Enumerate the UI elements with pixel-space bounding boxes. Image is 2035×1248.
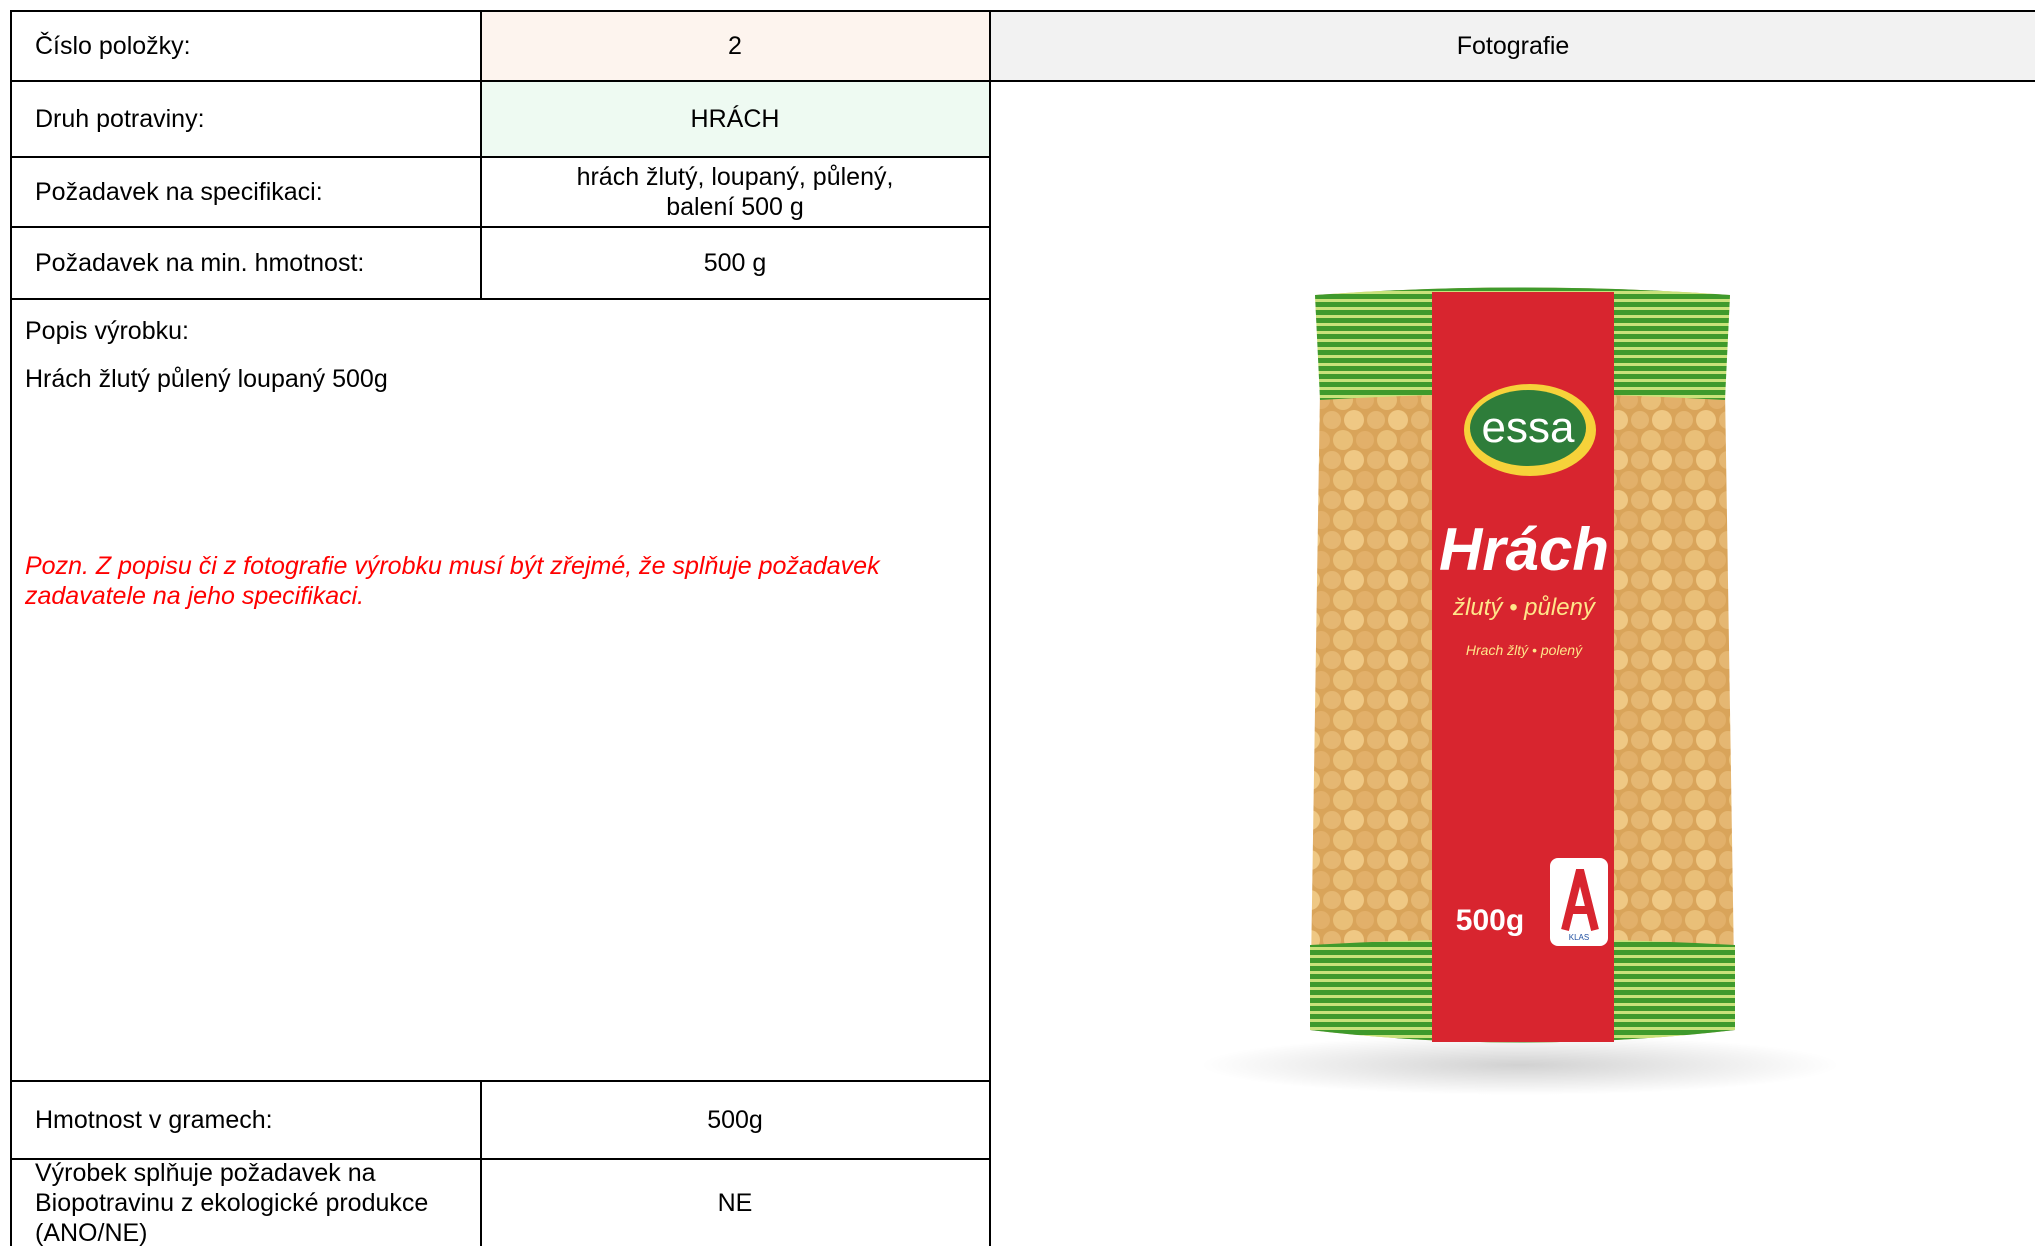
product-pack-illustration: essa Hrách žlutý • půlený Hrach žltý • p… — [1200, 287, 1840, 1095]
food-type-value: HRÁCH — [690, 105, 780, 133]
bio-label-line: Výrobek splňuje požadavek na — [35, 1159, 376, 1187]
food-type-label: Druh potraviny: — [35, 105, 205, 133]
item-number-value: 2 — [728, 31, 742, 60]
essa-logo-text: essa — [1482, 403, 1575, 452]
pack-weight: 500g — [1456, 904, 1524, 937]
description-label: Popis výrobku: — [25, 317, 189, 345]
grid-line — [989, 10, 991, 1246]
product-subtitle-sk: Hrach žltý • polený — [1466, 642, 1583, 658]
bio-label-line: Biopotravinu z ekologické produkce — [35, 1189, 429, 1217]
note-text: Pozn. Z popisu či z fotografie výrobku m… — [25, 551, 880, 611]
weight-grams-label: Hmotnost v gramech: — [35, 1106, 273, 1134]
bio-label: Výrobek splňuje požadavek na Biopotravin… — [11, 1159, 480, 1247]
spec-value-line: balení 500 g — [666, 193, 804, 221]
note-line: zadavatele na jeho specifikaci. — [25, 582, 365, 610]
spec-value-line: hrách žlutý, loupaný, půlený, — [576, 163, 894, 191]
grid-line — [11, 298, 991, 300]
description-value: Hrách žlutý půlený loupaný 500g — [25, 365, 388, 393]
item-number-label: Číslo položky: — [35, 31, 191, 60]
bio-label-line: (ANO/NE) — [35, 1219, 148, 1247]
min-weight-label: Požadavek na min. hmotnost: — [35, 249, 365, 277]
photo-header: Fotografie — [1456, 31, 1570, 60]
klas-badge-text: KLAS — [1569, 933, 1589, 942]
spec-value: hrách žlutý, loupaný, půlený, balení 500… — [481, 158, 989, 226]
note-line: Pozn. Z popisu či z fotografie výrobku m… — [25, 552, 880, 580]
bio-value: NE — [717, 1189, 753, 1217]
product-photo: essa Hrách žlutý • půlený Hrach žltý • p… — [1200, 270, 1850, 1100]
pack-shadow — [1200, 1035, 1840, 1095]
weight-grams-value: 500g — [707, 1106, 763, 1134]
spec-label: Požadavek na specifikaci: — [35, 178, 323, 206]
product-subtitle: žlutý • půlený — [1452, 594, 1597, 621]
product-title: Hrách — [1439, 516, 1609, 583]
min-weight-value: 500 g — [703, 249, 767, 277]
